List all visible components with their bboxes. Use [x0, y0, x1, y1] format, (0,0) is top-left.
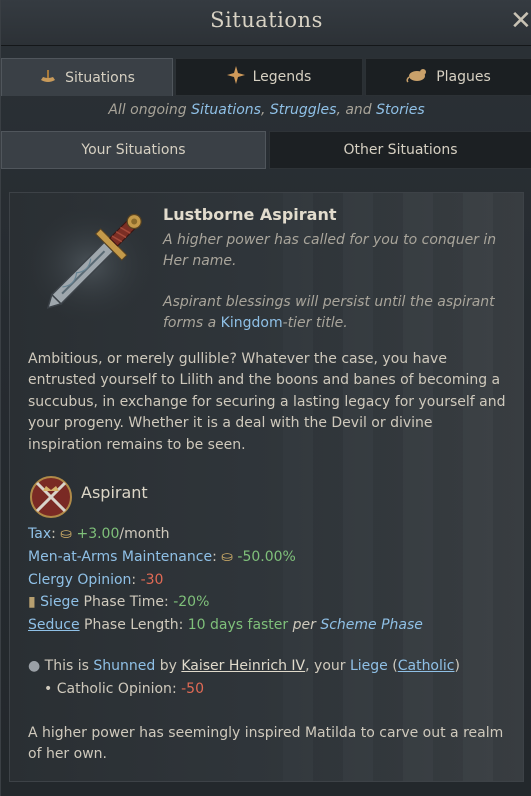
- bomb-icon: ●: [28, 658, 41, 674]
- subtitle-sep: ,: [260, 102, 270, 118]
- window-title: Situations: [210, 8, 323, 32]
- colon: :: [164, 594, 174, 610]
- colon: :: [178, 617, 188, 633]
- seduce-per: per: [288, 617, 321, 633]
- legends-icon: [226, 66, 245, 88]
- shunned-prefix: This is: [44, 658, 94, 674]
- modifier-clergy: Clergy Opinion: -30: [28, 572, 163, 588]
- paren-open: (: [387, 658, 398, 674]
- sub-tabs: Your Situations Other Situations: [1, 131, 531, 169]
- shunned-line: ● This is Shunned by Kaiser Heinrich IV,…: [28, 658, 460, 674]
- tax-value: +3.00: [76, 526, 120, 542]
- scheme-phase-link[interactable]: Scheme Phase: [320, 617, 423, 633]
- paren-close: ): [454, 658, 460, 674]
- situation-title: Lustborne Aspirant: [163, 205, 337, 224]
- situation-desc: A higher power has called for you to con…: [163, 232, 497, 269]
- plagues-icon: [406, 67, 428, 87]
- situation-desc-2: Aspirant blessings will persist until th…: [163, 292, 508, 334]
- colon: :: [131, 572, 141, 588]
- seduce-label[interactable]: Seduce: [28, 617, 80, 633]
- tab-other-situations[interactable]: Other Situations: [269, 131, 531, 169]
- gold-icon: ⛀: [221, 549, 233, 565]
- kaiser-link[interactable]: Kaiser Heinrich IV: [181, 658, 305, 674]
- catholic-opinion-line: • Catholic Opinion: -50: [44, 681, 204, 697]
- situations-link[interactable]: Situations: [191, 102, 261, 118]
- struggles-link[interactable]: Struggles: [270, 102, 337, 118]
- siege-label[interactable]: Siege: [40, 594, 79, 610]
- liege-link[interactable]: Liege: [350, 658, 388, 674]
- title-bar: Situations ✕: [1, 0, 531, 46]
- tab-situations[interactable]: Situations: [1, 58, 173, 96]
- tab-your-situations-label: Your Situations: [81, 142, 186, 158]
- maa-label[interactable]: Men-at-Arms Maintenance: [28, 549, 212, 565]
- maa-value: -50.00%: [237, 549, 296, 565]
- shunned-by: by: [155, 658, 182, 674]
- situation-footer: A higher power has seemingly inspired Ma…: [28, 725, 504, 763]
- tab-plagues-label: Plagues: [436, 69, 491, 85]
- phase-title: Aspirant: [81, 483, 148, 502]
- tab-subtitle: All ongoing Situations, Struggles, and S…: [1, 102, 531, 118]
- shunned-comma: , your: [305, 658, 350, 674]
- tax-unit: /month: [119, 526, 170, 542]
- clergy-value: -30: [140, 572, 164, 588]
- desc2-text-end: -tier title.: [282, 315, 348, 331]
- stories-link[interactable]: Stories: [376, 102, 425, 118]
- tab-other-situations-label: Other Situations: [343, 142, 458, 158]
- tab-situations-label: Situations: [65, 69, 135, 86]
- shunned-link[interactable]: Shunned: [93, 658, 155, 674]
- seduce-rest: Phase Length: [79, 617, 179, 633]
- kingdom-link[interactable]: Kingdom: [221, 315, 283, 331]
- modifier-siege: ▮ Siege Phase Time: -20%: [28, 594, 209, 610]
- card-background: [283, 193, 523, 781]
- tab-legends-label: Legends: [252, 69, 312, 85]
- colon: :: [51, 526, 61, 542]
- main-tabs: Situations Legends Plagues: [1, 58, 531, 96]
- seduce-value: 10 days faster: [187, 617, 289, 633]
- situation-card: Lustborne Aspirant A higher power has ca…: [9, 192, 524, 782]
- tab-legends[interactable]: Legends: [175, 58, 363, 96]
- situations-icon: [39, 68, 57, 88]
- modifier-tax: Tax: ⛀ +3.00/month: [28, 526, 170, 542]
- modifier-seduce: Seduce Phase Length: 10 days faster per …: [28, 617, 423, 633]
- catholic-opinion-label: Catholic Opinion: [56, 681, 172, 697]
- tab-your-situations[interactable]: Your Situations: [1, 131, 266, 169]
- clergy-label[interactable]: Clergy Opinion: [28, 572, 131, 588]
- subtitle-prefix: All ongoing: [108, 102, 192, 118]
- bullet: •: [44, 681, 57, 697]
- subtitle-sep: , and: [336, 102, 377, 118]
- siege-value: -20%: [173, 594, 210, 610]
- catholic-opinion-value: -50: [181, 681, 204, 697]
- colon: :: [212, 549, 222, 565]
- sword-icon: [20, 199, 160, 331]
- siege-icon: ▮: [28, 594, 36, 610]
- situation-body: Ambitious, or merely gullible? Whatever …: [28, 351, 506, 453]
- colon: :: [171, 681, 182, 697]
- tax-label[interactable]: Tax: [28, 526, 51, 542]
- catholic-link[interactable]: Catholic: [398, 658, 455, 674]
- situations-window: Situations ✕ Situations Legends Plagues …: [0, 0, 531, 796]
- tab-plagues[interactable]: Plagues: [365, 58, 531, 96]
- modifier-maa: Men-at-Arms Maintenance: ⛀ -50.00%: [28, 549, 296, 565]
- siege-rest: Phase Time: [79, 594, 165, 610]
- close-button[interactable]: ✕: [510, 8, 531, 36]
- aspirant-badge-icon: [29, 475, 73, 519]
- gold-icon: ⛀: [60, 526, 73, 542]
